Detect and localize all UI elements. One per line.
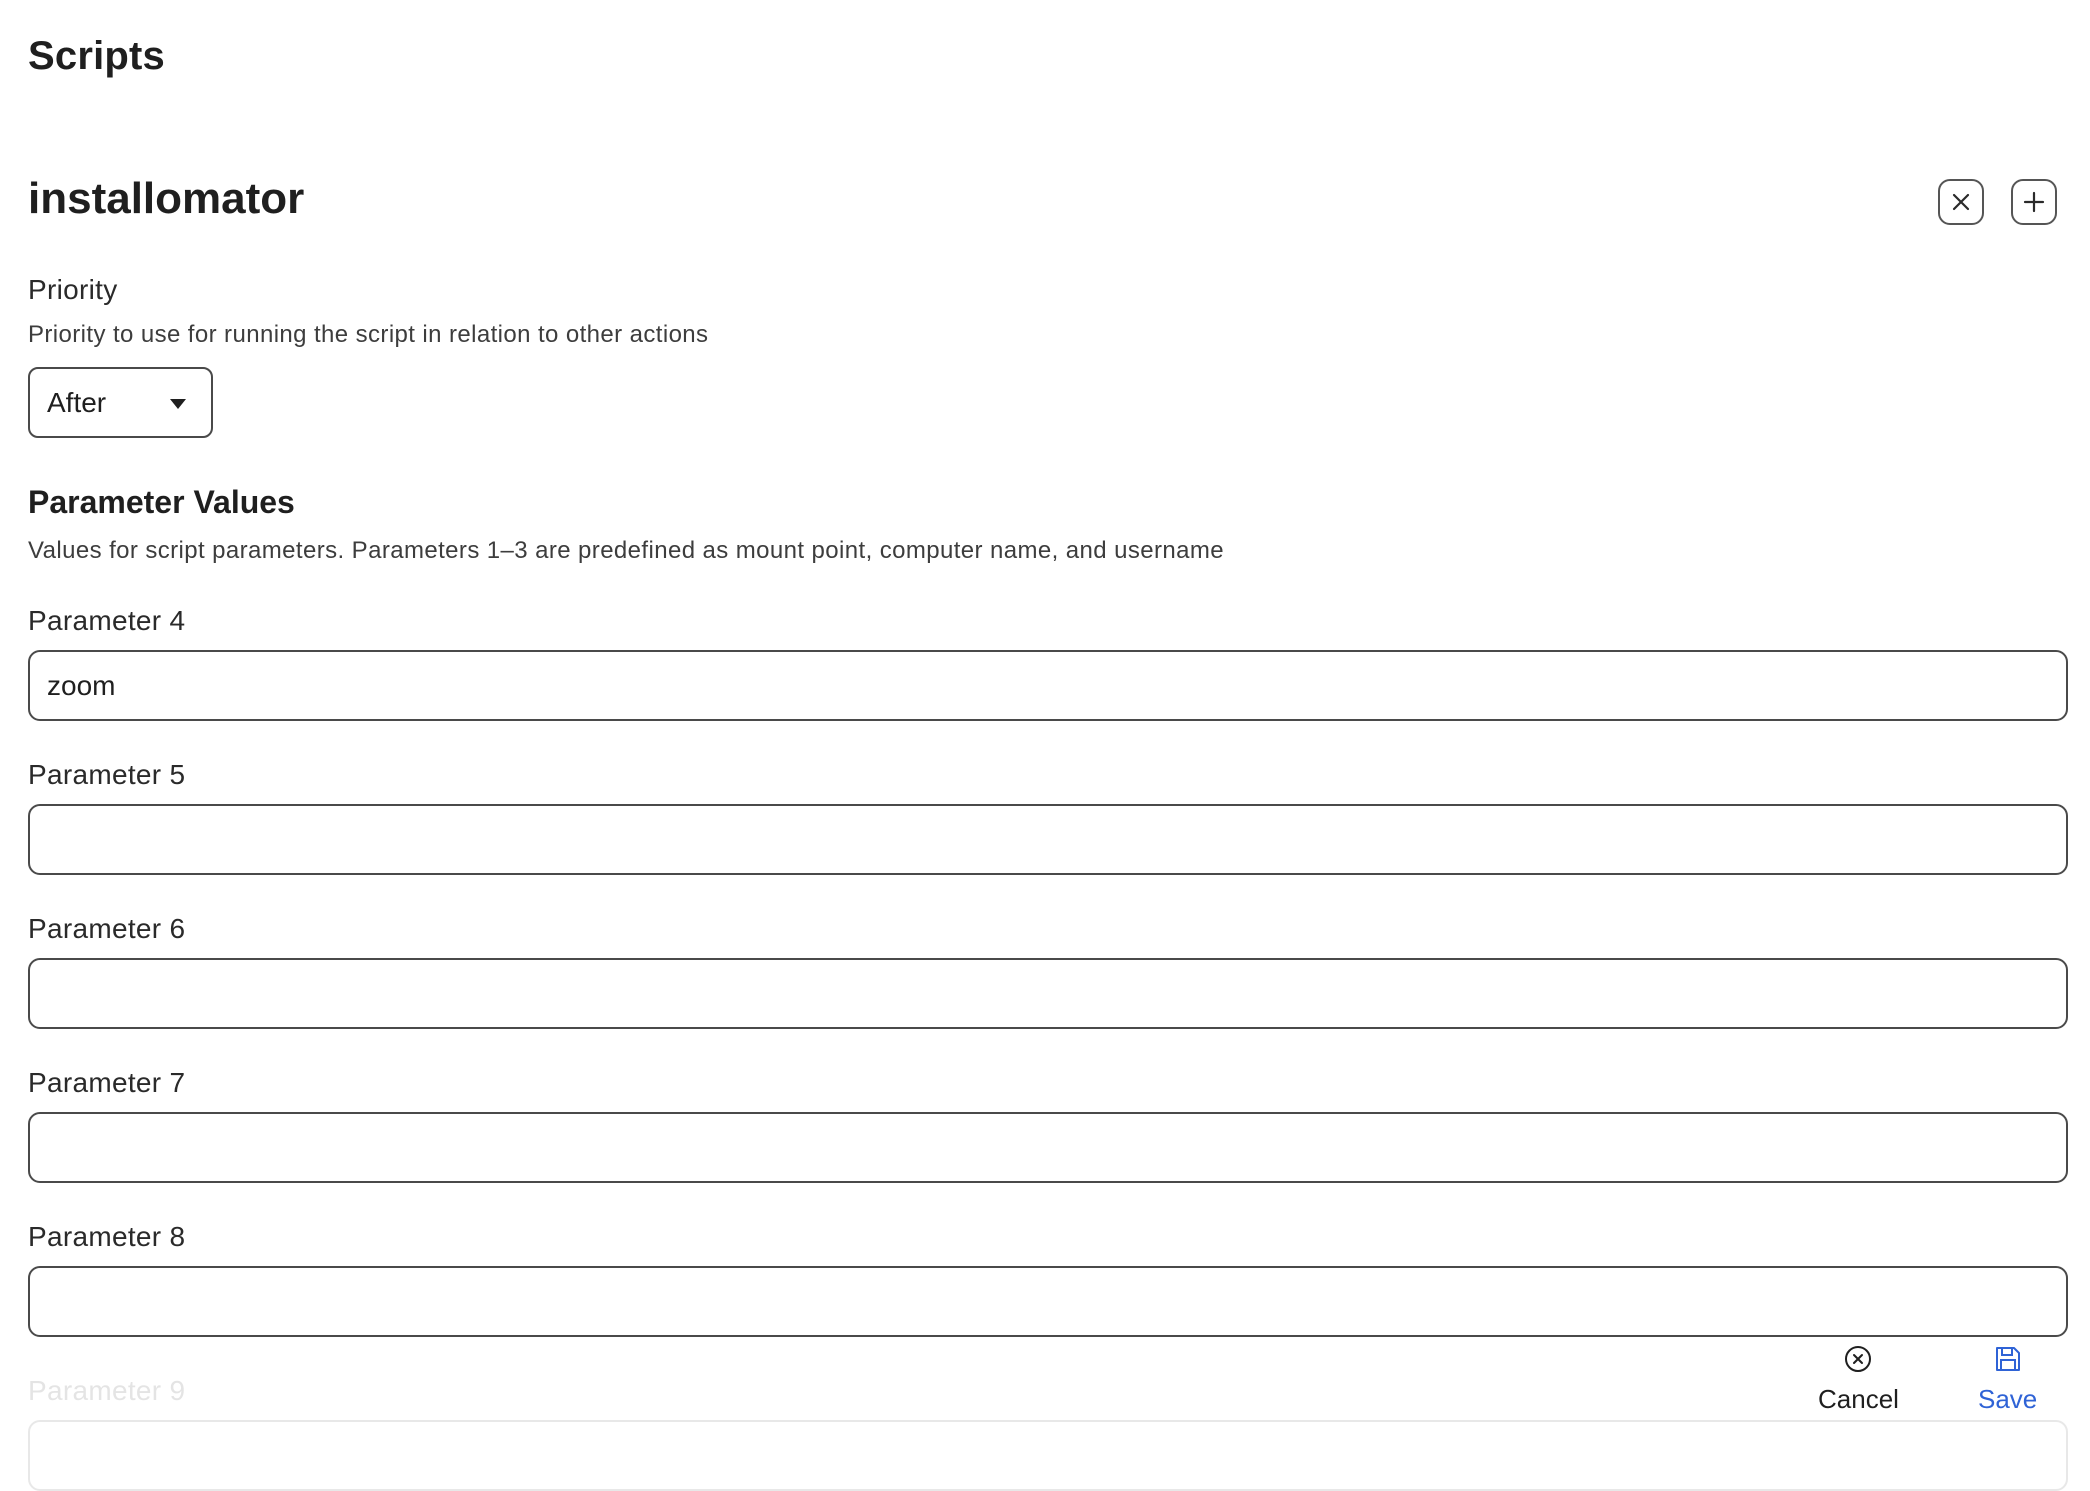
parameter-values-title: Parameter Values [28,484,295,520]
save-label: Save [1978,1384,2038,1414]
circle-x-icon [1845,1346,1872,1372]
parameter-9-label: Parameter 9 [28,1375,186,1406]
parameter-6-label: Parameter 6 [28,913,186,944]
caret-down-icon [170,399,186,409]
page-title: Scripts [28,34,166,78]
remove-script-button[interactable] [1938,179,1984,225]
cancel-label: Cancel [1818,1384,1899,1414]
close-icon [1952,193,1970,211]
cancel-button[interactable]: Cancel [1818,1344,1899,1415]
parameter-8-input[interactable] [28,1266,2068,1337]
plus-icon [2023,191,2045,213]
parameter-values-description: Values for script parameters. Parameters… [28,537,1225,564]
parameter-7-input[interactable] [28,1112,2068,1183]
save-button[interactable]: Save [1978,1344,2037,1415]
floppy-disk-icon [1995,1347,2020,1371]
parameter-4-label: Parameter 4 [28,605,186,636]
parameter-7-label: Parameter 7 [28,1067,186,1098]
parameter-4-input[interactable] [28,650,2068,721]
parameter-6-input[interactable] [28,958,2068,1029]
parameter-8-label: Parameter 8 [28,1221,186,1252]
priority-selected-value: After [47,386,107,418]
parameter-5-input[interactable] [28,804,2068,875]
parameter-5-label: Parameter 5 [28,759,186,790]
priority-select[interactable]: After [28,367,213,438]
script-name: installomator [28,174,305,223]
add-script-button[interactable] [2011,179,2057,225]
priority-label: Priority [28,274,118,305]
priority-description: Priority to use for running the script i… [28,321,709,348]
